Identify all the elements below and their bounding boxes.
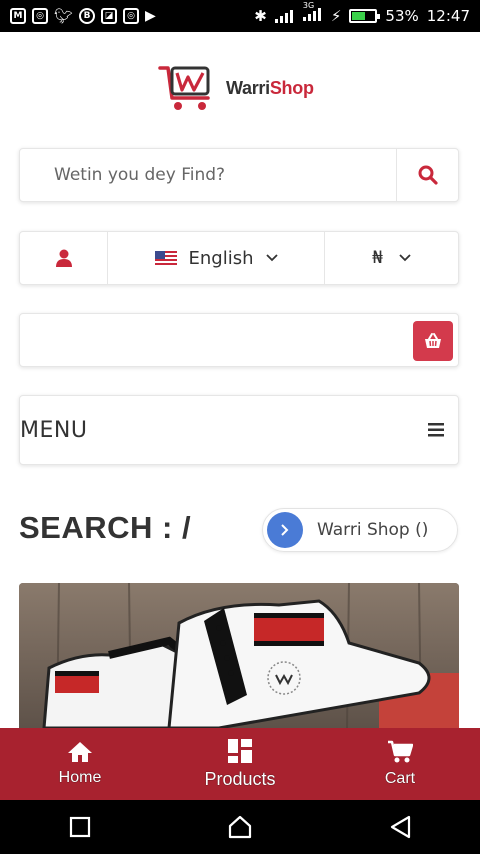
- nav-products[interactable]: Products: [160, 728, 320, 800]
- clock: 12:47: [426, 7, 470, 25]
- network-type: 3G: [302, 1, 315, 10]
- cart-icon: [388, 740, 413, 763]
- brand-name-part1: Warri: [226, 77, 270, 98]
- options-bar: English ₦: [19, 231, 459, 285]
- search-bar: [19, 148, 459, 202]
- search-input[interactable]: [20, 149, 396, 201]
- recents-button[interactable]: [69, 816, 91, 838]
- twitter-icon: 🐦︎: [54, 7, 74, 25]
- bluetooth-icon: ✱: [254, 7, 267, 25]
- menu-label: MENU: [20, 417, 88, 443]
- cart-button[interactable]: [413, 321, 453, 361]
- play-icon: ▶: [145, 8, 156, 24]
- search-icon: [418, 165, 438, 185]
- brand-logo[interactable]: WarriShop: [158, 62, 314, 114]
- breadcrumb-arrow-button[interactable]: [267, 512, 303, 548]
- search-button[interactable]: [396, 149, 458, 201]
- signal-3g-icon: 3G: [302, 1, 323, 25]
- language-selector[interactable]: English: [108, 232, 325, 284]
- language-label: English: [188, 247, 254, 269]
- product-image[interactable]: [19, 583, 459, 728]
- chevron-down-icon: [399, 254, 411, 262]
- home-icon: [68, 742, 92, 762]
- gallery-icon: ◪: [101, 8, 118, 24]
- cart-logo-icon: [158, 66, 210, 110]
- charging-icon: ⚡: [330, 7, 342, 25]
- signal-icon: [274, 10, 293, 23]
- chevron-down-icon: [265, 254, 278, 262]
- home-button[interactable]: [228, 815, 252, 839]
- brand-name-part2: Shop: [269, 77, 314, 98]
- notification-icons: M ◎ 🐦︎ B ◪ ◎ ▶: [10, 7, 156, 25]
- back-button[interactable]: [389, 815, 411, 839]
- user-icon: [55, 249, 72, 267]
- bottom-navigation: Home Products Cart: [0, 728, 480, 800]
- breadcrumb-label: Warri Shop (): [317, 520, 429, 540]
- b-icon: B: [79, 8, 96, 24]
- nav-cart-label: Cart: [384, 770, 416, 787]
- nav-cart[interactable]: Cart: [320, 728, 480, 800]
- basket-icon: [425, 333, 441, 348]
- currency-selector[interactable]: ₦: [325, 232, 458, 284]
- us-flag-icon: [154, 251, 177, 265]
- battery-percent: 53%: [385, 7, 419, 25]
- status-bar: M ◎ 🐦︎ B ◪ ◎ ▶ ✱ 3G ⚡ 53% 12:47: [0, 0, 480, 32]
- currency-label: ₦: [372, 248, 383, 268]
- instagram-icon: ◎: [123, 8, 140, 24]
- grid-icon: [228, 738, 252, 763]
- cart-bar: [19, 313, 459, 367]
- nav-home[interactable]: Home: [0, 728, 160, 800]
- system-navigation: [0, 800, 480, 854]
- account-button[interactable]: [20, 232, 108, 284]
- battery-icon: [349, 9, 381, 23]
- brand-name: WarriShop: [226, 78, 314, 99]
- sneakers-photo: [19, 583, 459, 728]
- page-title: SEARCH : /: [19, 510, 192, 545]
- hamburger-icon: [428, 423, 444, 437]
- nav-home-label: Home: [58, 769, 102, 786]
- chevron-right-icon: [281, 524, 289, 536]
- nav-products-label: Products: [204, 768, 276, 789]
- menu-toggle[interactable]: MENU: [19, 395, 459, 465]
- breadcrumb[interactable]: Warri Shop (): [262, 508, 458, 552]
- gmail-icon: M: [10, 8, 26, 24]
- instagram-icon: ◎: [32, 8, 48, 24]
